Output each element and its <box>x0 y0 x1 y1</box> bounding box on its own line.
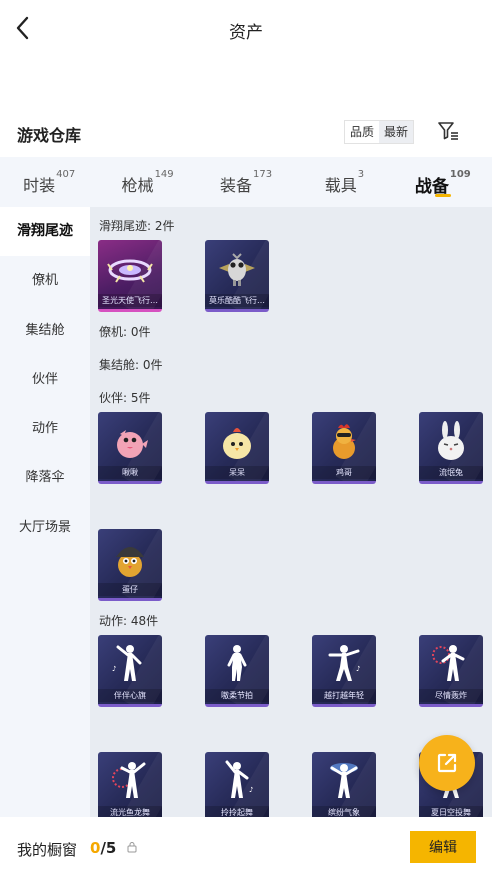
floating-share-button[interactable] <box>419 735 475 791</box>
item-card[interactable]: 莫乐酷酷飞行… <box>205 240 269 312</box>
sort-toggle: 品质 最新 <box>344 120 415 144</box>
item-card[interactable]: ♪ 越打越年轻 <box>312 635 376 707</box>
section-heading-glide: 滑翔尾迹: 2件 <box>99 219 175 233</box>
sidebar-item-pod[interactable]: 集结舱 <box>0 306 90 355</box>
tab-guns[interactable]: 枪械149 <box>98 157 196 207</box>
item-card[interactable]: 流氓兔 <box>419 412 483 484</box>
section-heading-wingman: 僚机: 0件 <box>99 325 151 339</box>
robot-bird-glider-icon <box>219 253 255 286</box>
item-name: 莫乐酷酷飞行… <box>205 294 269 307</box>
sidebar: 滑翔尾迹 僚机 集结舱 伙伴 动作 降落伞 大厅场景 <box>0 207 90 817</box>
sidebar-item-wingman[interactable]: 僚机 <box>0 256 90 305</box>
item-name: 越打越年轻 <box>312 689 376 702</box>
item-name: 流氓兔 <box>419 466 483 479</box>
item-card[interactable]: ♪ 拎拎起舞 <box>205 752 269 817</box>
item-card[interactable]: 尽情轰炸 <box>419 635 483 707</box>
item-card[interactable]: 蛋仔 <box>98 529 162 601</box>
section-heading-buddy: 伙伴: 5件 <box>99 391 151 405</box>
sidebar-item-parachute[interactable]: 降落伞 <box>0 453 90 502</box>
active-tab-indicator <box>434 194 451 197</box>
item-name: 流光鱼龙舞 <box>98 806 162 817</box>
item-name: 圣光天使飞行… <box>98 294 162 307</box>
item-card[interactable]: 鸡哥 <box>312 412 376 484</box>
pink-bird-icon <box>117 430 148 458</box>
dance-pose-icon <box>432 645 465 681</box>
tab-count: 149 <box>154 169 174 180</box>
top-bar: 资产 <box>0 0 492 56</box>
lock-icon <box>127 842 137 853</box>
tab-count: 407 <box>56 169 76 180</box>
tab-label: 载具 <box>324 176 357 195</box>
yellow-chick-icon <box>223 428 251 459</box>
tab-label: 时装 <box>23 176 56 195</box>
item-name: 伴伴心旗 <box>98 689 162 702</box>
item-card[interactable]: 嗷柔节拍 <box>205 635 269 707</box>
showcase-current: 0 <box>90 839 101 857</box>
item-card[interactable]: 呆呆 <box>205 412 269 484</box>
item-card[interactable]: 流光鱼龙舞 <box>98 752 162 817</box>
showcase-total: /5 <box>100 839 117 857</box>
dance-pose-icon: ♪ <box>225 760 253 798</box>
sidebar-item-emote[interactable]: 动作 <box>0 404 90 453</box>
item-card[interactable]: 圣光天使飞行… <box>98 240 162 312</box>
page-title: 资产 <box>229 23 263 43</box>
item-name: 嗷柔节拍 <box>205 689 269 702</box>
item-name: 夏日空投舞 <box>419 806 483 817</box>
warehouse-title: 游戏仓库 <box>17 126 82 145</box>
showcase-bar: 我的橱窗 0/5 编辑 <box>0 817 492 876</box>
dance-pose-icon: ♪ <box>112 645 142 681</box>
tab-count: 109 <box>449 169 471 180</box>
tab-combat-prep[interactable]: 战备109 <box>394 157 492 207</box>
item-name: 鸡哥 <box>312 466 376 479</box>
tab-label: 装备 <box>219 176 252 195</box>
svg-text:♪: ♪ <box>112 665 116 673</box>
item-card[interactable]: ♪ 伴伴心旗 <box>98 635 162 707</box>
sidebar-item-buddy[interactable]: 伙伴 <box>0 355 90 404</box>
sidebar-item-glide-trail[interactable]: 滑翔尾迹 <box>0 207 90 257</box>
tab-count: 3 <box>357 169 365 180</box>
section-heading-pod: 集结舱: 0件 <box>99 358 163 372</box>
tab-fashion[interactable]: 时装407 <box>0 157 98 207</box>
white-rabbit-icon <box>438 421 464 460</box>
item-name: 尽情轰炸 <box>419 689 483 702</box>
item-grid: 滑翔尾迹: 2件 圣光天使飞行… 莫乐酷酷飞行… 僚机: 0件 集结舱: 0件 … <box>90 207 492 817</box>
item-name: 蛋仔 <box>98 583 162 596</box>
svg-text:♪: ♪ <box>356 665 360 673</box>
item-card[interactable]: 缤纷气象 <box>312 752 376 817</box>
showcase-label: 我的橱窗 <box>17 841 78 859</box>
dance-pose-icon <box>112 762 146 798</box>
dance-pose-icon <box>227 645 247 681</box>
halo-glider-icon <box>107 259 153 283</box>
sidebar-item-lobby-scene[interactable]: 大厅场景 <box>0 503 90 552</box>
tab-label: 枪械 <box>121 176 154 195</box>
dance-pose-icon <box>330 763 358 798</box>
tab-count: 173 <box>252 169 273 180</box>
dance-pose-icon: ♪ <box>328 645 360 681</box>
item-name: 啾啾 <box>98 466 162 479</box>
item-name: 缤纷气象 <box>312 806 376 817</box>
section-heading-emote: 动作: 48件 <box>99 614 159 628</box>
sort-latest[interactable]: 最新 <box>379 121 414 143</box>
tab-vehicles[interactable]: 载具3 <box>295 157 393 207</box>
filter-icon[interactable] <box>436 119 460 143</box>
item-name: 呆呆 <box>205 466 269 479</box>
svg-text:♪: ♪ <box>249 786 253 794</box>
assets-page: 资产 游戏仓库 品质 最新 时装407 枪械149 装备173 载具3 战备10… <box>0 0 492 876</box>
item-name: 拎拎起舞 <box>205 806 269 817</box>
sort-quality[interactable]: 品质 <box>345 121 379 143</box>
tab-equipment[interactable]: 装备173 <box>197 157 295 207</box>
showcase-count: 0/5 <box>90 839 116 857</box>
external-share-icon <box>437 753 457 773</box>
category-tabs: 时装407 枪械149 装备173 载具3 战备109 <box>0 157 492 207</box>
helmet-chick-icon <box>116 547 144 577</box>
item-card[interactable]: 啾啾 <box>98 412 162 484</box>
edit-button[interactable]: 编辑 <box>410 831 476 863</box>
rooster-icon <box>333 424 356 459</box>
